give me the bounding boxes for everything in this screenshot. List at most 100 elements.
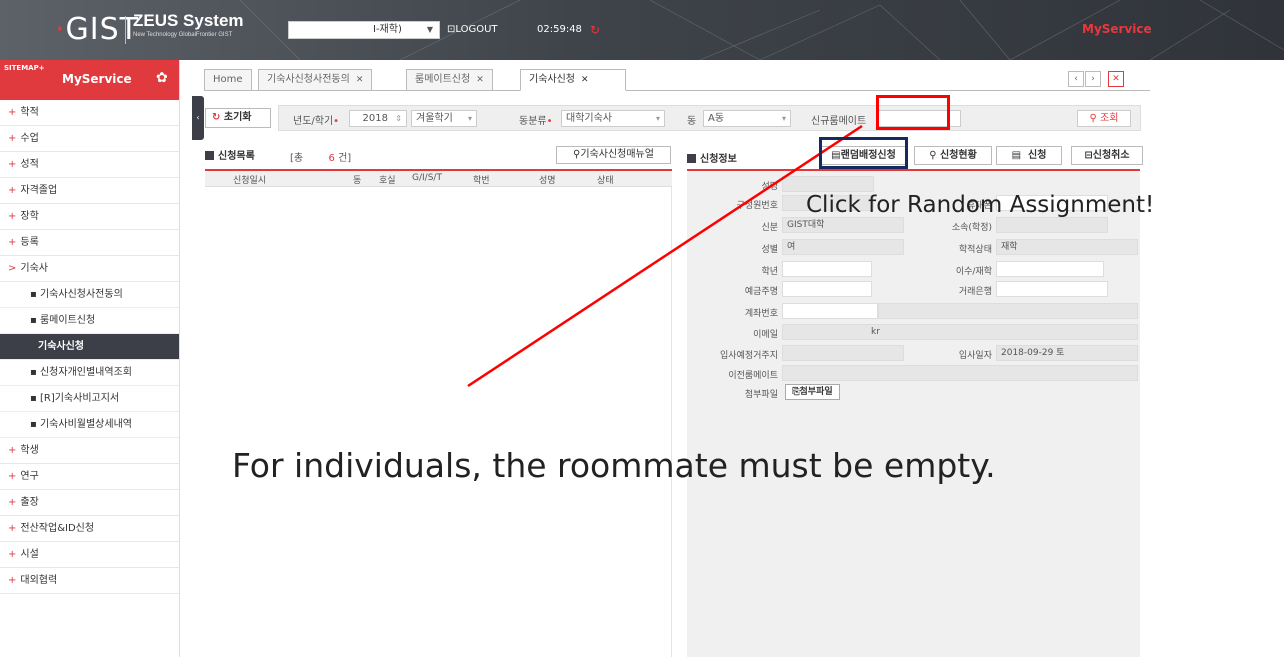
sidebar-item-registration[interactable]: + 등록 (0, 230, 179, 256)
tab-home[interactable]: Home (204, 69, 252, 91)
sidebar-subitem-dorm-bill[interactable]: ▪ [R]기숙사비고지서 (0, 386, 179, 412)
sidebar-item-facilities[interactable]: + 시설 (0, 542, 179, 568)
building-type-label: 동분류• (519, 116, 553, 127)
address-field (782, 345, 904, 361)
chevron-down-icon: ▾ (655, 114, 660, 123)
building-type-select[interactable]: 대학기숙사 ▾ (561, 110, 665, 127)
account-number-field[interactable] (782, 303, 878, 319)
column-header[interactable]: 동 (353, 173, 361, 186)
sidebar-subitem-label: [R]기숙사비고지서 (39, 393, 120, 404)
previous-roommate-label: 이전룸메이트 (728, 371, 778, 381)
column-header[interactable]: 신청일시 (233, 173, 266, 186)
sidebar-item-label: 연구 (20, 471, 39, 482)
sidebar-title: MyService (62, 72, 132, 86)
account-holder-field[interactable] (782, 281, 872, 297)
column-header[interactable]: 상태 (597, 173, 614, 186)
sidebar: SITEMAP+ MyService ✿ + 학적 + 수업 + 성적 + 자격졸업 +… (0, 60, 180, 657)
application-status-button[interactable]: ⚲ 신청현황 (914, 146, 992, 165)
logo-divider (125, 16, 126, 44)
sidebar-item-classes[interactable]: + 수업 (0, 126, 179, 152)
department-field (996, 217, 1108, 233)
reset-button[interactable]: ↻ 초기화 (205, 108, 271, 128)
reset-label: 초기화 (223, 112, 252, 123)
zeus-brand: ZEUS System New Technology GlobalFrontie… (133, 11, 244, 39)
close-icon[interactable]: ✕ (581, 75, 589, 85)
academic-status-label: 학적상태 (958, 245, 992, 255)
random-assignment-caption: Click for Random Assignment! (806, 192, 1155, 218)
search-icon: ⚲ (929, 150, 937, 161)
sidebar-item-grades[interactable]: + 성적 (0, 152, 179, 178)
gear-icon[interactable]: ✿ (156, 70, 168, 86)
sidebar-item-label: 학적 (20, 107, 39, 118)
sidebar-subitem-monthly-detail[interactable]: ▪ 기숙사비월별상세내역 (0, 412, 179, 438)
plus-icon: + (8, 523, 17, 534)
sidebar-item-label: 자격졸업 (20, 185, 58, 196)
close-icon[interactable]: ✕ (356, 75, 364, 85)
plus-icon: + (8, 497, 17, 508)
tab-next-button[interactable]: › (1085, 71, 1101, 87)
sidebar-subitem-dorm-consent[interactable]: ▪ 기숙사신청사전동의 (0, 282, 179, 308)
sidebar-subitem-label: 신청자개인별내역조회 (39, 367, 132, 378)
sidebar-subitem-dorm-apply[interactable]: 기숙사신청 (0, 334, 179, 360)
section-square-icon (687, 154, 696, 163)
plus-icon: + (8, 575, 17, 586)
sidebar-collapse-button[interactable]: ‹ (192, 96, 204, 140)
gender-label: 성별 (761, 245, 778, 255)
sidebar-item-it-request[interactable]: + 전산작업&ID신청 (0, 516, 179, 542)
cancel-application-button[interactable]: ⊟신청취소 (1071, 146, 1143, 165)
chevron-right-icon: > (8, 263, 17, 274)
close-icon[interactable]: ✕ (476, 75, 484, 85)
refresh-icon[interactable]: ↻ (590, 21, 600, 39)
email-label: 이메일 (753, 330, 778, 340)
email-field: kr (782, 324, 1138, 340)
apply-button[interactable]: ▤ 신청 (996, 146, 1062, 165)
stepper-icon[interactable]: ⇕ (395, 111, 402, 126)
bank-field[interactable] (996, 281, 1108, 297)
column-header[interactable]: G/I/S/T (412, 173, 442, 183)
sidebar-item-graduation[interactable]: + 자격졸업 (0, 178, 179, 204)
term-select[interactable]: 겨울학기 ▾ (411, 110, 477, 127)
status-field: GIST대학 (782, 217, 904, 233)
gender-field: 여 (782, 239, 904, 255)
list-table-body (205, 187, 672, 657)
myservice-link[interactable]: MyService (1082, 22, 1152, 36)
sidebar-item-academic[interactable]: + 학적 (0, 100, 179, 126)
term-value: 겨울학기 (416, 113, 453, 124)
tab-dorm-apply[interactable]: 기숙사신청 ✕ (520, 69, 626, 91)
address-label: 입사예정거주지 (720, 351, 778, 361)
sidebar-subitem-applicant-history[interactable]: ▪ 신청자개인별내역조회 (0, 360, 179, 386)
plus-icon: + (8, 549, 17, 560)
document-icon: ▤ (1011, 150, 1022, 161)
tab-dorm-consent[interactable]: 기숙사신청사전동의 ✕ (258, 69, 373, 91)
building-select[interactable]: A동 ▾ (703, 110, 791, 127)
sidebar-item-research[interactable]: + 연구 (0, 464, 179, 490)
sidebar-item-label: 기숙사 (20, 263, 48, 274)
column-header[interactable]: 학번 (473, 173, 490, 186)
tab-prev-button[interactable]: ‹ (1068, 71, 1084, 87)
sidebar-item-dormitory[interactable]: > 기숙사 (0, 256, 179, 282)
year-input[interactable]: 2018 ⇕ (349, 110, 407, 127)
grade-field[interactable] (782, 261, 872, 277)
name-field (782, 176, 874, 192)
search-button[interactable]: ⚲ 조회 (1077, 110, 1131, 127)
attach-file-button[interactable]: ⎘첨부파일 (785, 384, 840, 400)
dorm-manual-button[interactable]: ⚲기숙사신청매뉴얼 (556, 146, 671, 164)
close-all-tabs-button[interactable]: ✕ (1108, 71, 1124, 87)
sidebar-subitem-roommate[interactable]: ▪ 룸메이트신청 (0, 308, 179, 334)
column-header[interactable]: 호실 (379, 173, 396, 186)
sidebar-item-student[interactable]: + 학생 (0, 438, 179, 464)
plus-icon: + (8, 445, 17, 456)
tab-label: 룸메이트신청 (415, 74, 471, 85)
department-select[interactable]: I-재학) ▼ (288, 21, 440, 39)
column-header[interactable]: 성명 (539, 173, 556, 186)
tab-roommate[interactable]: 룸메이트신청 ✕ (406, 69, 493, 91)
completion-label: 이수/재학 (955, 267, 992, 277)
sidebar-item-external[interactable]: + 대외협력 (0, 568, 179, 594)
completion-field[interactable] (996, 261, 1104, 277)
sidebar-item-business-trip[interactable]: + 출장 (0, 490, 179, 516)
logout-button[interactable]: ⊡LOGOUT (447, 21, 498, 39)
gist-logo[interactable]: ·GIST (55, 10, 139, 50)
sidebar-item-scholarship[interactable]: + 장학 (0, 204, 179, 230)
tab-label: Home (213, 74, 243, 85)
sitemap-link[interactable]: SITEMAP+ (4, 64, 45, 72)
